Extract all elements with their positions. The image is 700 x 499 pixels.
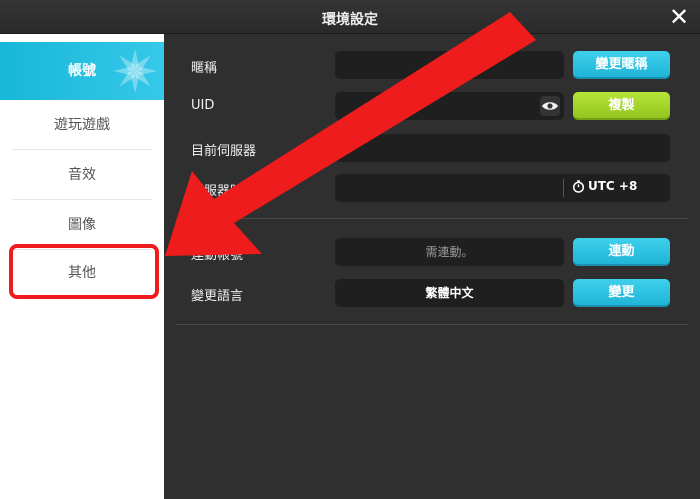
link-account-button[interactable]: 連動 bbox=[573, 238, 670, 266]
nickname-row: 暱稱 變更暱稱 bbox=[164, 51, 700, 79]
sidebar-item-audio[interactable]: 音效 bbox=[12, 150, 152, 200]
language-row: 變更語言 繁體中文 變更 bbox=[164, 279, 700, 307]
section-divider bbox=[176, 218, 688, 219]
timezone-value: UTC +8 bbox=[588, 179, 638, 193]
stopwatch-icon bbox=[572, 180, 585, 193]
change-nickname-button[interactable]: 變更暱稱 bbox=[573, 51, 670, 79]
current-server-label: 目前伺服器 bbox=[191, 144, 257, 159]
timezone-display: UTC +8 bbox=[572, 179, 637, 193]
nickname-field bbox=[335, 51, 564, 79]
server-time-field: UTC +8 bbox=[335, 174, 670, 202]
server-time-label: 伺服器時間 bbox=[191, 184, 257, 199]
language-field: 繁體中文 bbox=[335, 279, 564, 307]
sidebar-item-label: 音效 bbox=[68, 167, 96, 183]
link-account-field: 需連動。 bbox=[335, 238, 564, 266]
sidebar-item-account[interactable]: 帳號 bbox=[0, 42, 164, 100]
current-server-row: 目前伺服器 bbox=[164, 134, 700, 162]
sidebar-item-label: 圖像 bbox=[68, 217, 96, 233]
sidebar-item-label: 遊玩遊戲 bbox=[54, 117, 110, 133]
section-divider bbox=[176, 324, 688, 325]
close-button[interactable]: ✕ bbox=[666, 4, 692, 30]
title-bar: 環境設定 ✕ bbox=[0, 0, 700, 34]
change-language-button[interactable]: 變更 bbox=[573, 279, 670, 307]
sidebar-item-label: 帳號 bbox=[68, 63, 96, 79]
link-account-label: 連動帳號 bbox=[191, 248, 244, 263]
link-account-row: 連動帳號 需連動。 連動 bbox=[164, 238, 700, 266]
nickname-label: 暱稱 bbox=[191, 61, 218, 76]
uid-row: UID 複製 bbox=[164, 92, 700, 120]
window-title: 環境設定 bbox=[322, 12, 378, 28]
annotation-highlight-box bbox=[9, 244, 159, 299]
starburst-icon bbox=[113, 49, 157, 93]
account-settings-panel: 暱稱 變更暱稱 UID 複製 目前伺服器 伺服器時間 UTC +8 連動帳號 需… bbox=[164, 34, 700, 499]
divider bbox=[563, 179, 564, 197]
copy-uid-button[interactable]: 複製 bbox=[573, 92, 670, 120]
uid-field bbox=[335, 92, 564, 120]
language-label: 變更語言 bbox=[191, 289, 244, 304]
sidebar-item-gameplay[interactable]: 遊玩遊戲 bbox=[12, 100, 152, 150]
sidebar-item-graphics[interactable]: 圖像 bbox=[12, 200, 152, 250]
current-server-field bbox=[335, 134, 670, 162]
eye-icon[interactable] bbox=[540, 96, 560, 116]
server-time-row: 伺服器時間 UTC +8 bbox=[164, 174, 700, 202]
close-icon: ✕ bbox=[668, 3, 690, 31]
uid-label: UID bbox=[191, 98, 215, 113]
